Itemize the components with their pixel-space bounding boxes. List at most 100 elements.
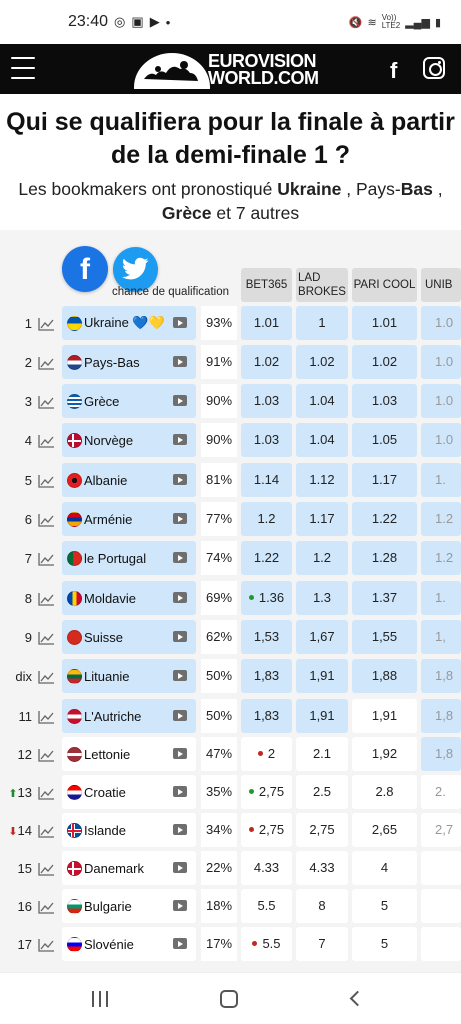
play-video-icon[interactable] bbox=[173, 395, 187, 406]
odds-cell[interactable]: 1.17 bbox=[352, 463, 417, 497]
play-video-icon[interactable] bbox=[173, 862, 187, 873]
trend-chart-icon[interactable] bbox=[38, 317, 55, 331]
country-cell[interactable]: Suisse bbox=[62, 620, 196, 654]
odds-cell[interactable]: 1,91 bbox=[296, 699, 348, 733]
trend-chart-icon[interactable] bbox=[38, 356, 55, 370]
odds-cell[interactable]: 5.5 bbox=[241, 927, 292, 961]
play-video-icon[interactable] bbox=[173, 356, 187, 367]
table-row[interactable]: 7 le Portugal 74% 1.22 1.2 1.28 1.2 bbox=[0, 541, 461, 577]
country-cell[interactable]: L'Autriche bbox=[62, 699, 196, 733]
odds-cell[interactable]: 4 bbox=[352, 851, 417, 885]
country-cell[interactable]: Pays-Bas bbox=[62, 345, 196, 379]
trend-chart-icon[interactable] bbox=[38, 862, 55, 876]
table-row[interactable]: 11 L'Autriche 50% 1,83 1,91 1,91 1,8 bbox=[0, 699, 461, 735]
menu-icon[interactable] bbox=[11, 57, 35, 79]
table-row[interactable]: 8 Moldavie 69% 1.36 1.3 1.37 1. bbox=[0, 581, 461, 617]
odds-cell[interactable]: 1,91 bbox=[296, 659, 348, 693]
odds-cell[interactable]: 4.33 bbox=[296, 851, 348, 885]
odds-cell[interactable]: 1,8 bbox=[421, 659, 461, 693]
play-video-icon[interactable] bbox=[173, 900, 187, 911]
odds-cell[interactable]: 1.0 bbox=[421, 306, 461, 340]
country-cell[interactable]: Ukraine 💙💛 bbox=[62, 306, 196, 340]
facebook-icon[interactable]: f bbox=[390, 58, 397, 84]
odds-cell[interactable]: 2.1 bbox=[296, 737, 348, 771]
country-cell[interactable]: Croatie bbox=[62, 775, 196, 809]
odds-cell[interactable]: 2.8 bbox=[352, 775, 417, 809]
play-video-icon[interactable] bbox=[173, 710, 187, 721]
country-cell[interactable]: Arménie bbox=[62, 502, 196, 536]
bookmaker-header-bet365[interactable]: BET365 bbox=[241, 268, 292, 302]
table-row[interactable]: 1 Ukraine 💙💛 93% 1.01 1 1.01 1.0 bbox=[0, 306, 461, 342]
odds-cell[interactable]: 2,75 bbox=[241, 775, 292, 809]
odds-cell[interactable]: 1,92 bbox=[352, 737, 417, 771]
trend-chart-icon[interactable] bbox=[38, 434, 55, 448]
table-row[interactable]: 6 Arménie 77% 1.2 1.17 1.22 1.2 bbox=[0, 502, 461, 538]
trend-chart-icon[interactable] bbox=[38, 748, 55, 762]
country-cell[interactable]: Grèce bbox=[62, 384, 196, 418]
bookmaker-header-ladbrokes[interactable]: LAD BROKES bbox=[296, 268, 348, 302]
play-video-icon[interactable] bbox=[173, 938, 187, 949]
trend-chart-icon[interactable] bbox=[38, 513, 55, 527]
table-row[interactable]: 9 Suisse 62% 1,53 1,67 1,55 1, bbox=[0, 620, 461, 656]
odds-cell[interactable]: 1,55 bbox=[352, 620, 417, 654]
country-cell[interactable]: Lituanie bbox=[62, 659, 196, 693]
odds-cell[interactable] bbox=[421, 927, 461, 961]
country-cell[interactable]: Slovénie bbox=[62, 927, 196, 961]
odds-cell[interactable]: 1,8 bbox=[421, 699, 461, 733]
odds-cell[interactable]: 1.0 bbox=[421, 423, 461, 457]
odds-cell[interactable]: 1,53 bbox=[241, 620, 292, 654]
back-icon[interactable] bbox=[349, 990, 366, 1007]
table-row[interactable]: 15 Danemark 22% 4.33 4.33 4 bbox=[0, 851, 461, 887]
country-cell[interactable]: Moldavie bbox=[62, 581, 196, 615]
table-row[interactable]: 16 Bulgarie 18% 5.5 8 5 bbox=[0, 889, 461, 925]
play-video-icon[interactable] bbox=[173, 474, 187, 485]
play-video-icon[interactable] bbox=[173, 317, 187, 328]
trend-chart-icon[interactable] bbox=[38, 395, 55, 409]
odds-cell[interactable]: 1.3 bbox=[296, 581, 348, 615]
odds-cell[interactable]: 1,8 bbox=[421, 737, 461, 771]
play-video-icon[interactable] bbox=[173, 824, 187, 835]
odds-cell[interactable]: 5.5 bbox=[241, 889, 292, 923]
odds-cell[interactable]: 1,67 bbox=[296, 620, 348, 654]
trend-chart-icon[interactable] bbox=[38, 710, 55, 724]
table-row[interactable]: 17 Slovénie 17% 5.5 7 5 bbox=[0, 927, 461, 963]
play-video-icon[interactable] bbox=[173, 513, 187, 524]
trend-chart-icon[interactable] bbox=[38, 938, 55, 952]
bookmaker-header-paricool[interactable]: PARI COOL bbox=[352, 268, 417, 302]
trend-chart-icon[interactable] bbox=[38, 824, 55, 838]
play-video-icon[interactable] bbox=[173, 670, 187, 681]
odds-cell[interactable]: 1,91 bbox=[352, 699, 417, 733]
odds-cell[interactable]: 1 bbox=[296, 306, 348, 340]
odds-cell[interactable]: 1.28 bbox=[352, 541, 417, 575]
odds-cell[interactable]: 1.2 bbox=[421, 541, 461, 575]
play-video-icon[interactable] bbox=[173, 592, 187, 603]
trend-chart-icon[interactable] bbox=[38, 631, 55, 645]
odds-cell[interactable]: 1.22 bbox=[241, 541, 292, 575]
odds-cell[interactable]: 2,7 bbox=[421, 813, 461, 847]
odds-cell[interactable]: 1.36 bbox=[241, 581, 292, 615]
odds-cell[interactable]: 1.04 bbox=[296, 384, 348, 418]
table-row[interactable]: dix Lituanie 50% 1,83 1,91 1,88 1,8 bbox=[0, 659, 461, 695]
odds-cell[interactable] bbox=[421, 889, 461, 923]
odds-cell[interactable]: 1.03 bbox=[241, 384, 292, 418]
odds-cell[interactable]: 1.2 bbox=[421, 502, 461, 536]
site-logo[interactable]: EUROVISION WORLD.COM bbox=[132, 47, 332, 91]
odds-cell[interactable]: 1.2 bbox=[296, 541, 348, 575]
odds-cell[interactable]: 2.5 bbox=[296, 775, 348, 809]
table-row[interactable]: 5 Albanie 81% 1.14 1.12 1.17 1. bbox=[0, 463, 461, 499]
odds-cell[interactable]: 1.0 bbox=[421, 384, 461, 418]
odds-cell[interactable]: 1.03 bbox=[241, 423, 292, 457]
table-row[interactable]: ⬇14 Islande 34% 2,75 2,75 2,65 2,7 bbox=[0, 813, 461, 849]
odds-cell[interactable]: 1. bbox=[421, 581, 461, 615]
country-cell[interactable]: Albanie bbox=[62, 463, 196, 497]
play-video-icon[interactable] bbox=[173, 748, 187, 759]
trend-chart-icon[interactable] bbox=[38, 474, 55, 488]
recent-apps-icon[interactable] bbox=[92, 991, 108, 1007]
odds-cell[interactable]: 1.37 bbox=[352, 581, 417, 615]
odds-cell[interactable]: 1.02 bbox=[296, 345, 348, 379]
home-icon[interactable] bbox=[220, 990, 238, 1008]
country-cell[interactable]: Islande bbox=[62, 813, 196, 847]
trend-chart-icon[interactable] bbox=[38, 786, 55, 800]
odds-cell[interactable]: 1.04 bbox=[296, 423, 348, 457]
odds-cell[interactable]: 1.01 bbox=[352, 306, 417, 340]
